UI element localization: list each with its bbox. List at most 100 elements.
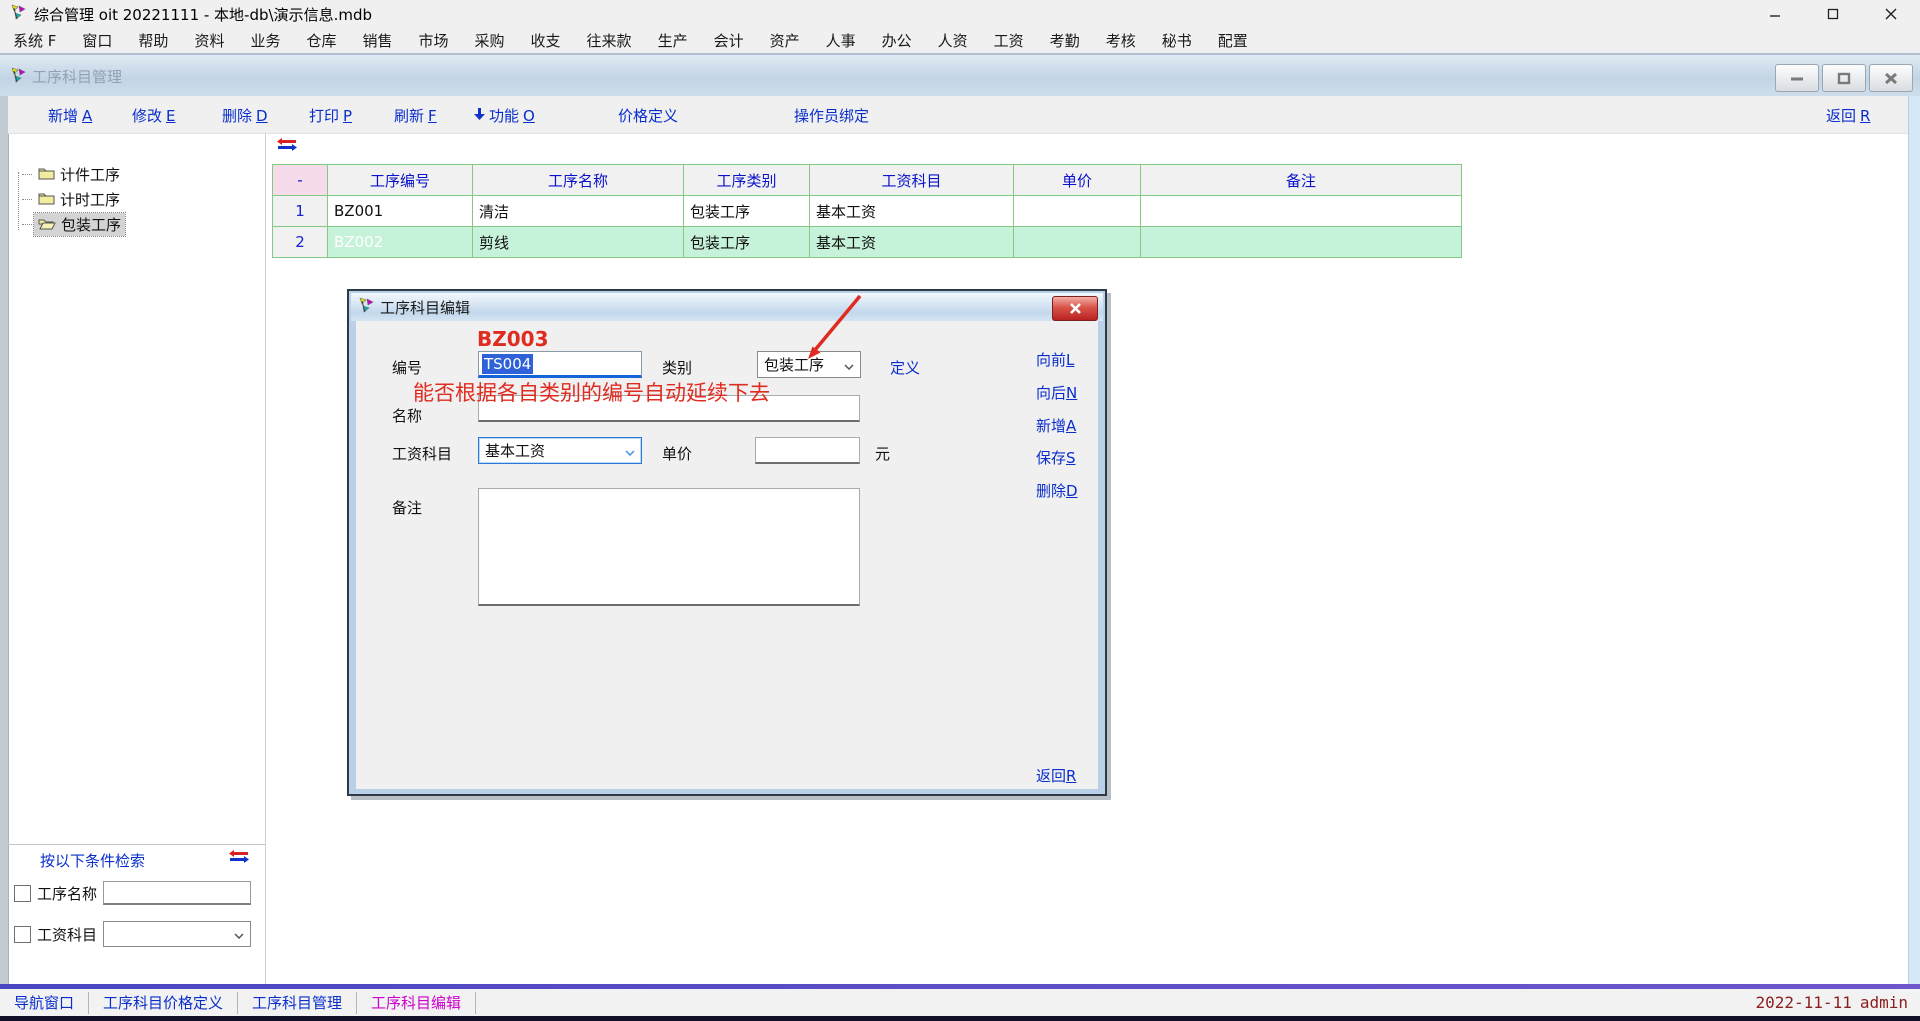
toolbar-price-define-button[interactable]: 价格定义 xyxy=(618,105,678,126)
menu-item-hr[interactable]: 人事 xyxy=(813,30,869,51)
menu-item-salary[interactable]: 工资 xyxy=(981,30,1037,51)
process-type-cell[interactable]: 包装工序 xyxy=(684,196,810,227)
wage-field-label: 工资科目 xyxy=(392,443,452,464)
process-code-cell-selected[interactable]: BZ002 xyxy=(328,227,473,258)
process-name-cell[interactable]: 清洁 xyxy=(473,196,684,227)
process-type-cell[interactable]: 包装工序 xyxy=(684,227,810,258)
wage-subject-checkbox[interactable] xyxy=(14,926,31,943)
dialog-add-link[interactable]: 新增A xyxy=(1036,415,1076,436)
code-input[interactable]: TS004 xyxy=(478,351,642,378)
window-title: 综合管理 oit 20221111 - 本地-db\演示信息.mdb xyxy=(34,4,372,25)
menu-item-sales[interactable]: 销售 xyxy=(349,30,405,51)
menu-item-config[interactable]: 配置 xyxy=(1205,30,1261,51)
dialog-close-button[interactable] xyxy=(1052,296,1098,321)
toolbar-operator-bind-label: 操作员绑定 xyxy=(794,105,869,126)
menu-item-system[interactable]: 系统 F xyxy=(0,30,69,51)
status-tab-nav-window[interactable]: 导航窗口 xyxy=(0,992,89,1014)
annotation-note-text: 能否根据各自类别的编号自动延续下去 xyxy=(413,377,770,407)
menu-item-market[interactable]: 市场 xyxy=(406,30,462,51)
menu-item-help[interactable]: 帮助 xyxy=(125,30,181,51)
row-number-cell[interactable]: 2 xyxy=(273,227,328,258)
minimize-button[interactable] xyxy=(1750,0,1800,28)
menu-item-accounts[interactable]: 往来款 xyxy=(574,30,645,51)
dialog-icon xyxy=(358,297,374,317)
toolbar-refresh-button[interactable]: 刷新F xyxy=(394,105,437,126)
status-right-info: 2022-11-11 admin xyxy=(1756,989,1909,1016)
col-header-remark[interactable]: 备注 xyxy=(1141,165,1462,196)
dialog-add-key: A xyxy=(1066,417,1076,435)
menu-item-human-capital[interactable]: 人资 xyxy=(925,30,981,51)
dialog-prev-link[interactable]: 向前L xyxy=(1036,349,1074,370)
toolbar-back-label: 返回 xyxy=(1826,105,1856,126)
toolbar-add-button[interactable]: 新增A xyxy=(48,105,92,126)
grid-swap-arrows-icon[interactable] xyxy=(276,137,298,156)
menu-item-assets[interactable]: 资产 xyxy=(757,30,813,51)
col-header-wage-subject[interactable]: 工资科目 xyxy=(810,165,1014,196)
menu-item-purchase[interactable]: 采购 xyxy=(462,30,518,51)
col-header-unit-price[interactable]: 单价 xyxy=(1014,165,1141,196)
menu-item-business[interactable]: 业务 xyxy=(237,30,293,51)
process-name-filter-input[interactable] xyxy=(103,881,251,905)
unit-price-cell[interactable] xyxy=(1014,196,1141,227)
swap-arrows-icon[interactable] xyxy=(228,849,250,868)
status-tab-subject-manage[interactable]: 工序科目管理 xyxy=(238,992,357,1014)
toolbar-print-key: P xyxy=(343,107,352,125)
main-titlebar: 综合管理 oit 20221111 - 本地-db\演示信息.mdb xyxy=(0,0,1920,29)
process-name-checkbox[interactable] xyxy=(14,885,31,902)
price-input[interactable] xyxy=(755,437,860,464)
menu-item-secretary[interactable]: 秘书 xyxy=(1149,30,1205,51)
menu-item-warehouse[interactable]: 仓库 xyxy=(293,30,349,51)
menu-item-assessment[interactable]: 考核 xyxy=(1093,30,1149,51)
dialog-delete-link[interactable]: 删除D xyxy=(1036,480,1078,501)
process-name-cell[interactable]: 剪线 xyxy=(473,227,684,258)
child-close-button[interactable] xyxy=(1869,64,1913,92)
table-row-2-selected[interactable]: 2 BZ002 剪线 包装工序 基本工资 xyxy=(273,227,1462,258)
remark-textarea[interactable] xyxy=(478,488,860,606)
toolbar-refresh-label: 刷新 xyxy=(394,105,424,126)
maximize-button[interactable] xyxy=(1808,0,1858,28)
toolbar-back-button[interactable]: 返回R xyxy=(1826,105,1870,126)
dialog-save-link[interactable]: 保存S xyxy=(1036,447,1076,468)
close-button[interactable] xyxy=(1866,0,1916,28)
remark-cell[interactable] xyxy=(1141,227,1462,258)
child-restore-button[interactable] xyxy=(1822,64,1866,92)
wage-subject-filter-select[interactable] xyxy=(103,921,251,947)
wage-subject-cell[interactable]: 基本工资 xyxy=(810,227,1014,258)
menu-item-office[interactable]: 办公 xyxy=(869,30,925,51)
col-header-process-name[interactable]: 工序名称 xyxy=(473,165,684,196)
unit-price-cell[interactable] xyxy=(1014,227,1141,258)
panel-divider xyxy=(265,133,266,984)
menu-item-production[interactable]: 生产 xyxy=(645,30,701,51)
menu-item-attendance[interactable]: 考勤 xyxy=(1037,30,1093,51)
type-select[interactable]: 包装工序 xyxy=(757,351,861,378)
toolbar-delete-button[interactable]: 删除D xyxy=(222,105,268,126)
dialog-back-link[interactable]: 返回R xyxy=(1036,765,1076,786)
wage-select[interactable]: 基本工资 xyxy=(478,437,642,464)
row-number-cell[interactable]: 1 xyxy=(273,196,328,227)
toolbar-print-button[interactable]: 打印P xyxy=(309,105,352,126)
dialog-next-link[interactable]: 向后N xyxy=(1036,382,1077,403)
tree-item-packing[interactable]: 包装工序 xyxy=(10,212,260,237)
menu-item-payments[interactable]: 收支 xyxy=(518,30,574,51)
define-link[interactable]: 定义 xyxy=(890,357,920,378)
status-tab-price-define[interactable]: 工序科目价格定义 xyxy=(89,992,238,1014)
table-row-1[interactable]: 1 BZ001 清洁 包装工序 基本工资 xyxy=(273,196,1462,227)
status-tab-subject-edit[interactable]: 工序科目编辑 xyxy=(357,992,476,1014)
wage-subject-cell[interactable]: 基本工资 xyxy=(810,196,1014,227)
menu-item-data[interactable]: 资料 xyxy=(181,30,237,51)
toolbar-edit-button[interactable]: 修改E xyxy=(132,105,176,126)
tree-item-hourly[interactable]: 计时工序 xyxy=(10,187,260,212)
remark-cell[interactable] xyxy=(1141,196,1462,227)
child-minimize-button[interactable] xyxy=(1775,64,1819,92)
tree-item-piecework[interactable]: 计件工序 xyxy=(10,162,260,187)
down-arrow-icon xyxy=(474,107,485,125)
col-header-process-type[interactable]: 工序类别 xyxy=(684,165,810,196)
col-header-marker[interactable]: - xyxy=(273,165,328,196)
toolbar-edit-key: E xyxy=(166,107,175,125)
toolbar-function-button[interactable]: 功能O xyxy=(474,105,535,126)
col-header-process-code[interactable]: 工序编号 xyxy=(328,165,473,196)
toolbar-operator-bind-button[interactable]: 操作员绑定 xyxy=(794,105,869,126)
menu-item-accounting[interactable]: 会计 xyxy=(701,30,757,51)
process-code-cell[interactable]: BZ001 xyxy=(328,196,473,227)
menu-item-window[interactable]: 窗口 xyxy=(69,30,125,51)
